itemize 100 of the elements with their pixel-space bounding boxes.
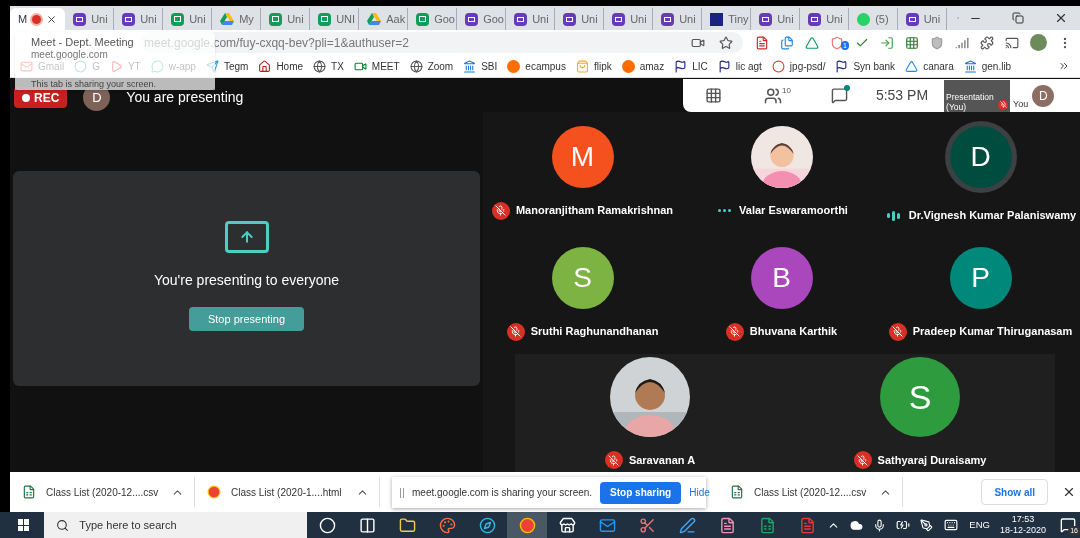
download-item[interactable]: Class List (2020-12....csv xyxy=(10,477,195,507)
search-placeholder: Type here to search xyxy=(79,517,177,533)
participant-name: Valar Eswaramoorthi xyxy=(739,203,848,219)
browser-icon[interactable] xyxy=(518,516,536,534)
taskbar-app[interactable] xyxy=(507,512,548,538)
bookmark[interactable]: MEET xyxy=(353,58,400,74)
browser-tab[interactable]: M xyxy=(10,8,66,30)
bookmark[interactable]: gen.lib xyxy=(963,58,1012,74)
spreadsheet-icon[interactable] xyxy=(758,516,776,534)
bookmark[interactable]: Syn bank xyxy=(835,58,896,74)
cast-icon[interactable] xyxy=(1005,35,1019,50)
close-icon[interactable] xyxy=(46,13,58,25)
bag-icon xyxy=(575,59,589,73)
grip-icon[interactable] xyxy=(400,487,404,498)
profile-avatar[interactable] xyxy=(1030,34,1047,51)
form-icon xyxy=(465,12,479,26)
triangle-icon[interactable] xyxy=(805,35,819,50)
bookmark[interactable]: lic agt xyxy=(717,58,762,74)
mic-icon[interactable] xyxy=(873,518,887,532)
stop-sharing-button[interactable]: Stop sharing xyxy=(600,481,682,504)
chart-icon[interactable] xyxy=(955,35,969,50)
circle-icon[interactable] xyxy=(318,516,336,534)
sheet-icon xyxy=(269,12,283,26)
store-icon[interactable] xyxy=(558,516,576,534)
login-arrow-icon[interactable] xyxy=(880,35,894,50)
keyboard-icon[interactable] xyxy=(943,518,960,532)
form-icon xyxy=(661,12,675,26)
avatar: D xyxy=(1032,84,1055,107)
meeting-time: 5:53 PM xyxy=(875,86,929,105)
bookmark[interactable]: ecampus xyxy=(507,58,566,74)
spreadsheet-icon xyxy=(22,485,36,499)
close-icon[interactable] xyxy=(1062,485,1076,499)
hide-button[interactable]: Hide xyxy=(689,485,710,500)
bookmark[interactable]: TX xyxy=(313,58,344,74)
download-item[interactable]: Class List (2020-12....csv xyxy=(718,477,903,507)
star-icon[interactable] xyxy=(719,35,733,50)
tab-title: M xyxy=(18,11,28,27)
triangle-icon xyxy=(905,59,919,73)
people-button[interactable]: 10 xyxy=(764,86,791,105)
shield-icon[interactable] xyxy=(930,35,944,50)
tile-label: Presentation (You) xyxy=(946,91,995,112)
scissors-icon[interactable] xyxy=(638,516,656,534)
grid-icon[interactable] xyxy=(705,87,722,104)
bookmark[interactable]: SBI xyxy=(463,58,498,74)
task-view-icon[interactable] xyxy=(358,516,376,534)
language-indicator[interactable]: ENG xyxy=(969,517,990,533)
shield-icon[interactable] xyxy=(830,35,844,50)
cloud-icon[interactable] xyxy=(850,518,864,532)
download-item[interactable]: Class List (2020-1....html xyxy=(195,477,380,507)
bookmark[interactable]: amaz xyxy=(621,58,665,74)
document-icon[interactable] xyxy=(798,516,816,534)
restore-icon[interactable] xyxy=(1012,12,1024,24)
files-icon[interactable] xyxy=(780,35,794,50)
clock-time[interactable]: 17:53 xyxy=(1011,514,1035,525)
sheet-icon xyxy=(318,12,332,26)
mail-icon[interactable] xyxy=(598,516,616,534)
flag-icon xyxy=(835,59,849,73)
participant-name: Saravanan A xyxy=(628,452,696,468)
avatar: M xyxy=(551,125,614,188)
card-domain: meet.google.com xyxy=(31,49,109,61)
clock-date[interactable]: 18-12-2020 xyxy=(999,525,1046,536)
bank-icon xyxy=(963,59,977,73)
form-icon xyxy=(73,12,87,26)
pen-icon[interactable] xyxy=(920,518,934,532)
start-icon[interactable] xyxy=(18,519,30,531)
stop-presenting-button[interactable]: Stop presenting xyxy=(188,307,305,331)
whiteboard-icon[interactable] xyxy=(678,516,696,534)
chat-bubble-icon xyxy=(857,12,871,26)
form-icon xyxy=(808,12,822,26)
close-icon[interactable] xyxy=(1054,11,1068,25)
document-icon[interactable] xyxy=(755,35,769,50)
browser-icon[interactable] xyxy=(478,516,496,534)
more-bookmarks-icon[interactable] xyxy=(1058,60,1070,72)
battery-icon[interactable] xyxy=(896,518,911,532)
bookmark[interactable]: Zoom xyxy=(409,58,454,74)
taskbar-search-field[interactable]: Type here to search xyxy=(44,512,308,538)
bookmark[interactable]: canara xyxy=(905,58,954,74)
bookmark[interactable]: flipk xyxy=(575,58,612,74)
folder-icon[interactable] xyxy=(398,516,416,534)
search-icon xyxy=(56,518,70,532)
tab-title: Uni xyxy=(630,11,647,27)
bookmark[interactable]: Home xyxy=(258,58,304,74)
tab-title: Uni xyxy=(777,11,794,27)
bookmark[interactable]: LIC xyxy=(674,58,708,74)
spreadsheet-icon xyxy=(730,485,744,499)
tab-title: Uni xyxy=(923,11,941,27)
bookmark[interactable]: jpg-psd/ xyxy=(771,58,826,74)
file-name: Class List (2020-1....html xyxy=(231,485,342,500)
document-icon[interactable] xyxy=(718,516,736,534)
palette-icon[interactable] xyxy=(438,516,456,534)
show-all-button[interactable]: Show all xyxy=(981,479,1048,505)
puzzle-icon[interactable] xyxy=(980,35,994,50)
form-icon xyxy=(905,12,919,26)
participant-name: Sruthi Raghunandhanan xyxy=(530,324,659,340)
letter-icon xyxy=(507,59,521,73)
present-screen-icon xyxy=(224,221,269,253)
tab-title: Uni xyxy=(581,11,598,27)
presenting-status: You are presenting xyxy=(126,88,244,107)
chat-button[interactable] xyxy=(830,87,848,104)
grid-icon[interactable] xyxy=(905,35,919,50)
